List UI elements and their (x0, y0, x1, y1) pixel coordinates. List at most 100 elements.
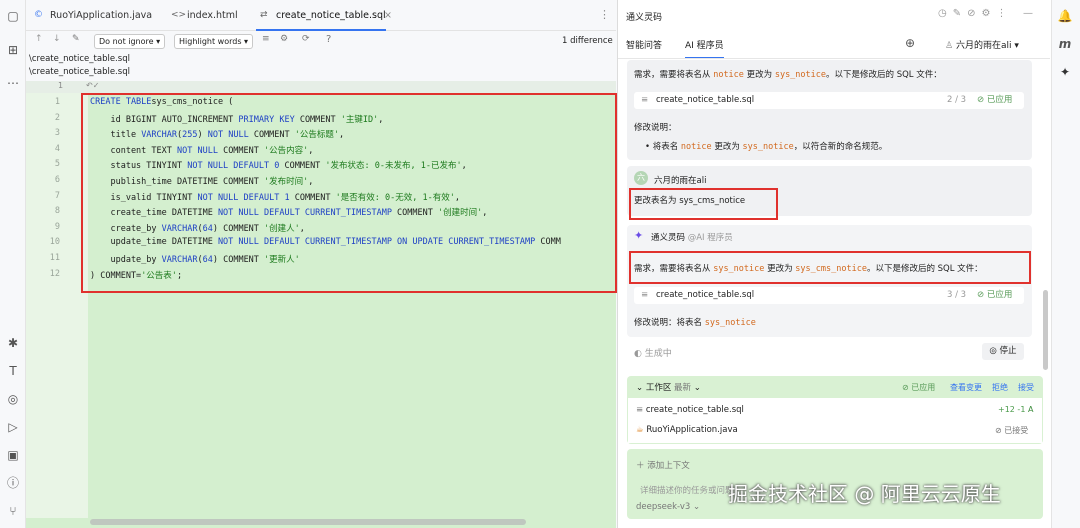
help-icon[interactable]: ? (326, 34, 331, 45)
accepted-status: ⊘ 已接受 (995, 426, 1029, 435)
view-changes-link[interactable]: 查看变更 (950, 382, 982, 393)
chat-input-placeholder: 详细描述你的任务或问题 (640, 486, 734, 496)
notification-icon[interactable]: 🔔 (1057, 8, 1073, 24)
stop-icon: ◎ (989, 346, 997, 356)
diff-stat: +12 -1 A (998, 405, 1034, 414)
problems-icon[interactable]: ⓘ (5, 475, 21, 491)
gear-icon[interactable]: ⚙ (280, 34, 288, 44)
left-toolbar: ▢ ⊞ ⋯ ✱ T ◎ ▷ ▣ ⓘ ⑂ (0, 0, 26, 528)
stop-button[interactable]: ◎ 停止 (982, 343, 1024, 360)
reject-link[interactable]: 拒绝 (992, 382, 1008, 393)
arrow-down-icon[interactable]: ↓ (53, 34, 61, 44)
right-path: \create_notice_table.sql (29, 67, 130, 77)
run-icon[interactable]: ▷ (5, 419, 21, 435)
lingma-icon[interactable]: ✦ (1057, 64, 1073, 80)
note-bullet-1: • 将表名 notice 更改为 sys_notice，以符合新的命名规范。 (645, 142, 888, 152)
user-name: 六月的雨在ali (654, 176, 707, 186)
diff-paths: \create_notice_table.sql \create_notice_… (26, 53, 616, 80)
java-icon: © (34, 10, 43, 20)
assistant-title: 通义灵码 (626, 13, 663, 23)
line-number: 2 (54, 112, 60, 123)
undo-check-icon[interactable]: ↶✓ (86, 81, 99, 90)
add-icon[interactable]: ⊕ (905, 36, 915, 50)
diff-count: 1 difference (562, 36, 613, 46)
line-number: 9 (54, 221, 60, 232)
response-text-1: 需求，需要将表名从 notice 更改为 sys_notice。以下是修改后的 … (634, 70, 942, 80)
line-number: 7 (54, 190, 60, 201)
folder-icon[interactable]: ▢ (5, 8, 21, 24)
add-context-button[interactable]: ＋ 添加上下文 (636, 459, 690, 471)
editor-tabs: © RuoYiApplication.java <> index.html ⇄ … (26, 0, 616, 31)
workspace-file-sql[interactable]: ≡ create_notice_table.sql (636, 405, 744, 415)
html-icon: <> (171, 10, 187, 20)
hammer-icon[interactable]: T (5, 363, 21, 379)
services-icon[interactable]: ◎ (5, 391, 21, 407)
more-icon[interactable]: ⋯ (5, 75, 21, 91)
user-icon: ♙ (945, 41, 956, 51)
line-number: 4 (54, 143, 60, 154)
note-2: 修改说明：将表名 sys_notice (634, 318, 756, 328)
java-icon: ☕ (636, 425, 644, 435)
line-number: 6 (54, 175, 60, 185)
m-icon[interactable]: m (1057, 36, 1073, 52)
line-number: 12 (49, 268, 60, 279)
file-icon: ≡ (641, 95, 649, 105)
bug-icon[interactable]: ✱ (5, 335, 21, 351)
align-icon[interactable]: ≡ (262, 34, 270, 44)
applied-status: ⊘ 已应用 (977, 95, 1013, 105)
applied-status: ⊘ 已应用 (977, 290, 1013, 300)
line-number: 11 (49, 253, 60, 263)
whitespace-dropdown[interactable]: Do not ignore ▾ (94, 34, 166, 49)
bot-name: 通义灵码 @AI 程序员 (651, 233, 733, 243)
watermark: 掘金技术社区 @ 阿里云云原生 (728, 482, 1001, 506)
file-chip-2[interactable]: ≡ create_notice_table.sql 3 / 3 ⊘ 已应用 (634, 287, 1024, 304)
workspace-applied: ⊘ 已应用 (902, 383, 936, 392)
highlight-box-user (629, 188, 778, 220)
file-icon: ≡ (641, 290, 649, 300)
workspace-header[interactable]: ⌄ 工作区 最新 ⌄ (636, 381, 701, 393)
close-icon[interactable]: × (384, 0, 392, 31)
diff-toolbar: ↑ ↓ ✎ Do not ignore ▾ Highlight words ▾ … (26, 31, 616, 52)
highlight-box-response (629, 251, 1031, 284)
tab-ai-programmer[interactable]: AI 程序员 (685, 38, 724, 59)
user-menu[interactable]: ♙ 六月的雨在ali ▾ (945, 38, 1019, 51)
line-number: 3 (54, 128, 60, 139)
note-title-1: 修改说明： (634, 123, 677, 133)
spinner-icon: ◐ (634, 349, 642, 359)
line-zero: 1 (58, 81, 64, 90)
avatar: 六 (634, 171, 648, 185)
structure-icon[interactable]: ⊞ (5, 42, 21, 58)
tab-ruoyi-application[interactable]: © RuoYiApplication.java (30, 0, 165, 31)
more-vertical-icon[interactable]: ⋮ (599, 8, 610, 21)
left-path: \create_notice_table.sql (29, 54, 130, 64)
sync-icon[interactable]: ⟳ (302, 34, 310, 44)
accept-link[interactable]: 接受 (1018, 382, 1034, 393)
workspace-file-java[interactable]: ☕ RuoYiApplication.java (636, 425, 738, 435)
file-icon: ≡ (636, 405, 644, 415)
line-number: 5 (54, 159, 60, 170)
tab-smart-qa[interactable]: 智能问答 (626, 38, 662, 51)
right-toolbar: 🔔 m ✦ (1051, 0, 1080, 528)
file-chip-1[interactable]: ≡ create_notice_table.sql 2 / 3 ⊘ 已应用 (634, 92, 1024, 109)
horizontal-scrollbar[interactable] (90, 519, 526, 525)
tab-create-notice-table[interactable]: ⇄ create_notice_table.sql × (256, 0, 392, 31)
plus-icon: ＋ (636, 461, 645, 471)
tab-index-html[interactable]: <> index.html (167, 0, 252, 31)
edit-icon[interactable]: ✎ (72, 34, 80, 44)
model-selector[interactable]: deepseek-v3 ⌄ (636, 502, 700, 512)
line-number: 10 (49, 237, 60, 248)
diff-header-row: 1 ↶✓ (26, 81, 616, 93)
arrow-up-icon[interactable]: ↑ (35, 34, 43, 44)
divider (618, 58, 1050, 59)
assistant-header-icons[interactable]: ◷✎⊘⚙⋮ (938, 8, 1012, 19)
highlight-dropdown[interactable]: Highlight words ▾ (174, 34, 254, 49)
diff-icon: ⇄ (260, 10, 268, 20)
minimize-icon[interactable]: — (1023, 8, 1033, 19)
vertical-scrollbar[interactable] (1043, 290, 1048, 370)
git-icon[interactable]: ⑂ (5, 503, 21, 519)
terminal-icon[interactable]: ▣ (5, 447, 21, 463)
generating-status: ◐ 生成中 (634, 349, 672, 359)
lingma-logo-icon: ✦ (634, 229, 644, 242)
line-number: 1 (54, 97, 60, 107)
line-number: 8 (54, 206, 60, 217)
